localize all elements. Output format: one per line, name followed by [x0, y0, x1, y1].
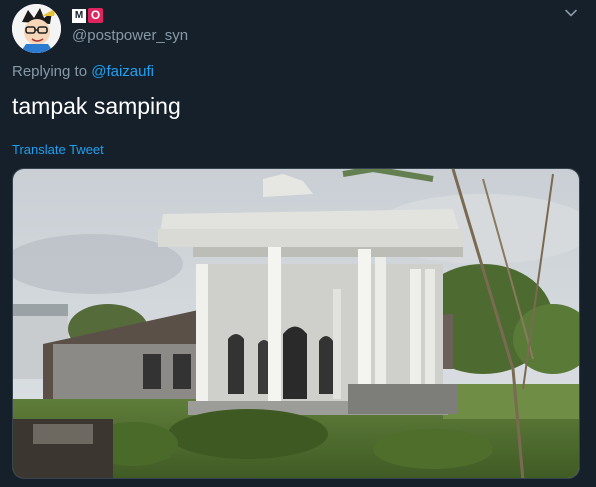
tweet-text: tampak samping	[12, 93, 181, 119]
tweet: M O @postpower_syn Replying to @faizaufi…	[0, 0, 596, 487]
badge-o: O	[88, 8, 103, 23]
replying-to: Replying to @faizaufi	[12, 63, 154, 80]
tweet-photo[interactable]	[12, 168, 580, 479]
translate-tweet-link[interactable]: Translate Tweet	[12, 142, 104, 157]
cartoon-avatar-icon	[12, 4, 61, 53]
author-name[interactable]: M O	[72, 8, 103, 23]
author-handle[interactable]: @postpower_syn	[72, 27, 188, 44]
reply-mention-link[interactable]: @faizaufi	[91, 63, 154, 80]
house-photo	[13, 169, 579, 478]
badge-m: M	[72, 8, 86, 23]
chevron-down-icon[interactable]	[564, 6, 578, 20]
avatar[interactable]	[12, 4, 61, 53]
replying-to-label: Replying to	[12, 63, 88, 80]
